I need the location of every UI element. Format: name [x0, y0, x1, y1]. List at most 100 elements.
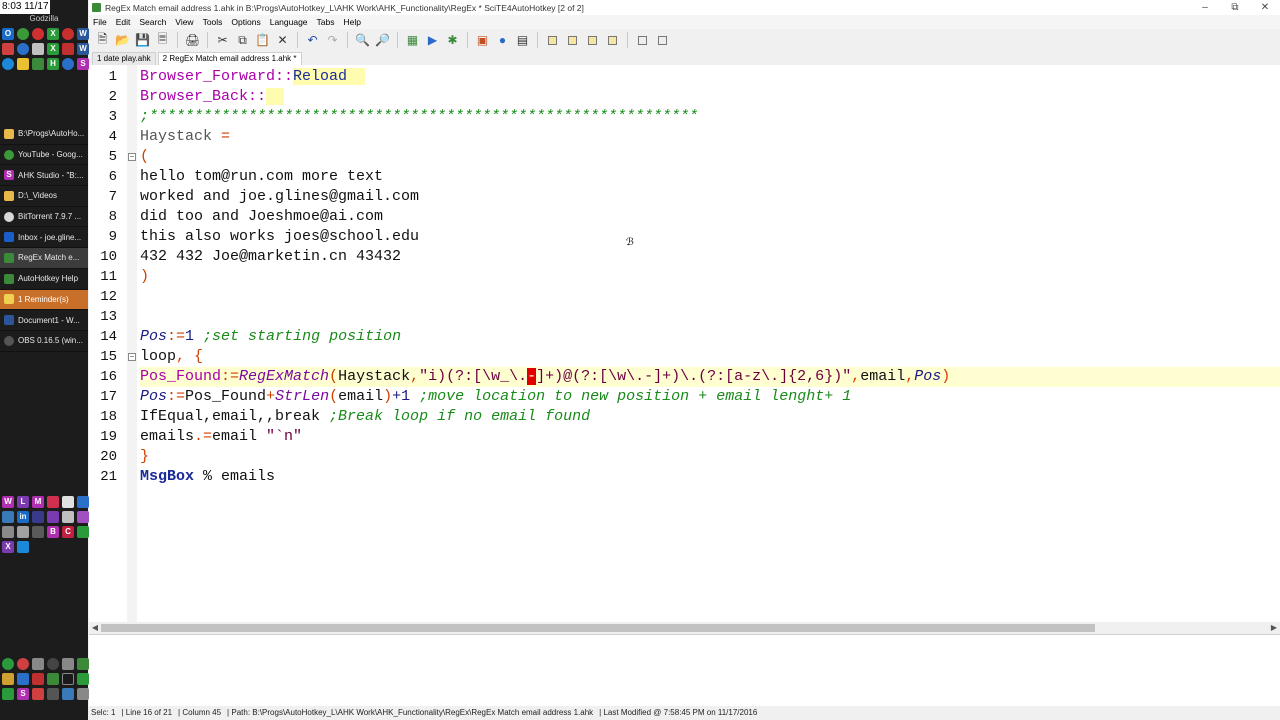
- doc-icon[interactable]: [62, 496, 74, 508]
- line-number[interactable]: 11: [89, 267, 117, 287]
- line-number[interactable]: 12: [89, 287, 117, 307]
- line-number[interactable]: 18: [89, 407, 117, 427]
- pdf-icon[interactable]: [62, 43, 74, 55]
- code-line-4[interactable]: Haystack =: [140, 127, 1280, 147]
- obs-icon[interactable]: [47, 658, 59, 670]
- code-editor[interactable]: 1 2 3 4 5 6 7 8 9 10 11 12 13 14 15 16 17 18 19 20 21 − − Br…: [89, 65, 1280, 622]
- app-icon[interactable]: [77, 511, 89, 523]
- edge-icon[interactable]: [62, 58, 74, 70]
- menu-options[interactable]: Options: [231, 17, 260, 27]
- title-bar[interactable]: RegEx Match email address 1.ahk in B:\Pr…: [89, 0, 1280, 15]
- network-icon[interactable]: [2, 511, 14, 523]
- excel-alt-icon[interactable]: X: [47, 43, 59, 55]
- new-file-icon[interactable]: 🗎: [94, 32, 111, 49]
- c-icon[interactable]: C: [62, 526, 74, 538]
- settings-tool-icon[interactable]: [654, 32, 671, 49]
- globe-icon[interactable]: ●: [494, 32, 511, 49]
- fold-toggle-icon[interactable]: −: [128, 353, 136, 361]
- window-spy-icon[interactable]: ▣: [474, 32, 491, 49]
- tray-icon[interactable]: [77, 658, 89, 670]
- task-item-regex-match[interactable]: RegEx Match e...: [0, 248, 88, 269]
- word-icon[interactable]: W: [77, 28, 89, 40]
- copy-icon[interactable]: ⧉: [234, 32, 251, 49]
- menu-search[interactable]: Search: [139, 17, 166, 27]
- restore-icon[interactable]: ⧉: [1220, 2, 1250, 13]
- tray-icon[interactable]: [77, 673, 89, 685]
- ie-icon[interactable]: [2, 58, 14, 70]
- scroll-thumb[interactable]: [101, 624, 1095, 632]
- line-number[interactable]: 2: [89, 87, 117, 107]
- scroll-right-icon[interactable]: ▶: [1268, 622, 1280, 634]
- task-item-ahk-help[interactable]: AutoHotkey Help: [0, 269, 88, 290]
- tray-icon[interactable]: [2, 688, 14, 700]
- settings-icon[interactable]: [77, 496, 89, 508]
- code-line-8[interactable]: did too and Joeshmoe@ai.com: [140, 207, 1280, 227]
- task-item-obs[interactable]: OBS 0.16.5 (win...: [0, 331, 88, 352]
- b-icon[interactable]: B: [47, 526, 59, 538]
- app-icon[interactable]: [77, 526, 89, 538]
- open-folder-icon[interactable]: 📂: [114, 32, 131, 49]
- menu-file[interactable]: File: [93, 17, 107, 27]
- code-line-18[interactable]: IfEqual,email,,break ;Break loop if no e…: [140, 407, 1280, 427]
- code-line-6[interactable]: hello tom@run.com more text: [140, 167, 1280, 187]
- debug-icon[interactable]: ✱: [444, 32, 461, 49]
- print-icon[interactable]: 🖨: [184, 32, 201, 49]
- screen-icon[interactable]: ▤: [514, 32, 531, 49]
- code-line-17[interactable]: Pos:=Pos_Found+StrLen(email)+1 ;move loc…: [140, 387, 1280, 407]
- cut-icon[interactable]: ✂: [214, 32, 231, 49]
- line-number[interactable]: 21: [89, 467, 117, 487]
- doc-tool-icon[interactable]: [564, 32, 581, 49]
- tool-icon[interactable]: [32, 43, 44, 55]
- snip-icon[interactable]: [32, 58, 44, 70]
- app-icon[interactable]: [2, 43, 14, 55]
- task-item-reminder[interactable]: 1 Reminder(s): [0, 289, 88, 311]
- paste-icon[interactable]: 📋: [254, 32, 271, 49]
- tray-icon[interactable]: [17, 673, 29, 685]
- tray-icon[interactable]: [62, 658, 74, 670]
- linkedin-icon[interactable]: in: [17, 511, 29, 523]
- app-icon[interactable]: [32, 511, 44, 523]
- code-line-1[interactable]: Browser_Forward::Reload: [140, 67, 1280, 87]
- l-icon[interactable]: L: [17, 496, 29, 508]
- code-line-5[interactable]: (: [140, 147, 1280, 167]
- tray-icon[interactable]: [47, 673, 59, 685]
- code-line-11[interactable]: ): [140, 267, 1280, 287]
- code-line-19[interactable]: emails.=email "`n": [140, 427, 1280, 447]
- doc-tool-icon[interactable]: [604, 32, 621, 49]
- line-number[interactable]: 4: [89, 127, 117, 147]
- code-line-9[interactable]: this also works joes@school.edu: [140, 227, 1280, 247]
- tray-icon[interactable]: [2, 658, 14, 670]
- line-number[interactable]: 7: [89, 187, 117, 207]
- compile-icon[interactable]: ▦: [404, 32, 421, 49]
- menu-edit[interactable]: Edit: [116, 17, 131, 27]
- task-item-youtube[interactable]: YouTube - Goog...: [0, 145, 88, 166]
- task-item-ahk-studio[interactable]: S AHK Studio - "B:...: [0, 165, 88, 187]
- word-alt-icon[interactable]: W: [77, 43, 89, 55]
- tab-regex-match[interactable]: 2 RegEx Match email address 1.ahk *: [157, 52, 302, 65]
- chrome-alt-icon[interactable]: [62, 28, 74, 40]
- tray-icon[interactable]: [77, 688, 89, 700]
- line-number[interactable]: 5: [89, 147, 117, 167]
- line-number[interactable]: 10: [89, 247, 117, 267]
- code-line-3[interactable]: ;***************************************…: [140, 107, 1280, 127]
- task-item-explorer[interactable]: B:\Progs\AutoHo...: [0, 124, 88, 145]
- browser-icon[interactable]: [17, 43, 29, 55]
- run-icon[interactable]: ▶: [424, 32, 441, 49]
- fold-toggle-icon[interactable]: −: [128, 153, 136, 161]
- menu-tools[interactable]: Tools: [203, 17, 223, 27]
- app-icon[interactable]: [62, 511, 74, 523]
- task-item-inbox[interactable]: Inbox - joe.gline...: [0, 227, 88, 249]
- excel-icon[interactable]: X: [47, 28, 59, 40]
- x-icon[interactable]: X: [2, 541, 14, 553]
- scroll-left-icon[interactable]: ◀: [89, 622, 101, 634]
- task-item-videos[interactable]: D:\_Videos: [0, 186, 88, 207]
- line-number[interactable]: 15: [89, 347, 117, 367]
- minimize-icon[interactable]: –: [1190, 2, 1220, 13]
- code-line-16[interactable]: Pos_Found:=RegExMatch(Haystack,"i)(?:[\w…: [140, 367, 1280, 387]
- tray-icon[interactable]: [47, 688, 59, 700]
- save-icon[interactable]: 💾: [134, 32, 151, 49]
- s-icon[interactable]: S: [17, 688, 29, 700]
- m-icon[interactable]: M: [32, 496, 44, 508]
- opera-icon[interactable]: [32, 28, 44, 40]
- code-line-15[interactable]: loop, {: [140, 347, 1280, 367]
